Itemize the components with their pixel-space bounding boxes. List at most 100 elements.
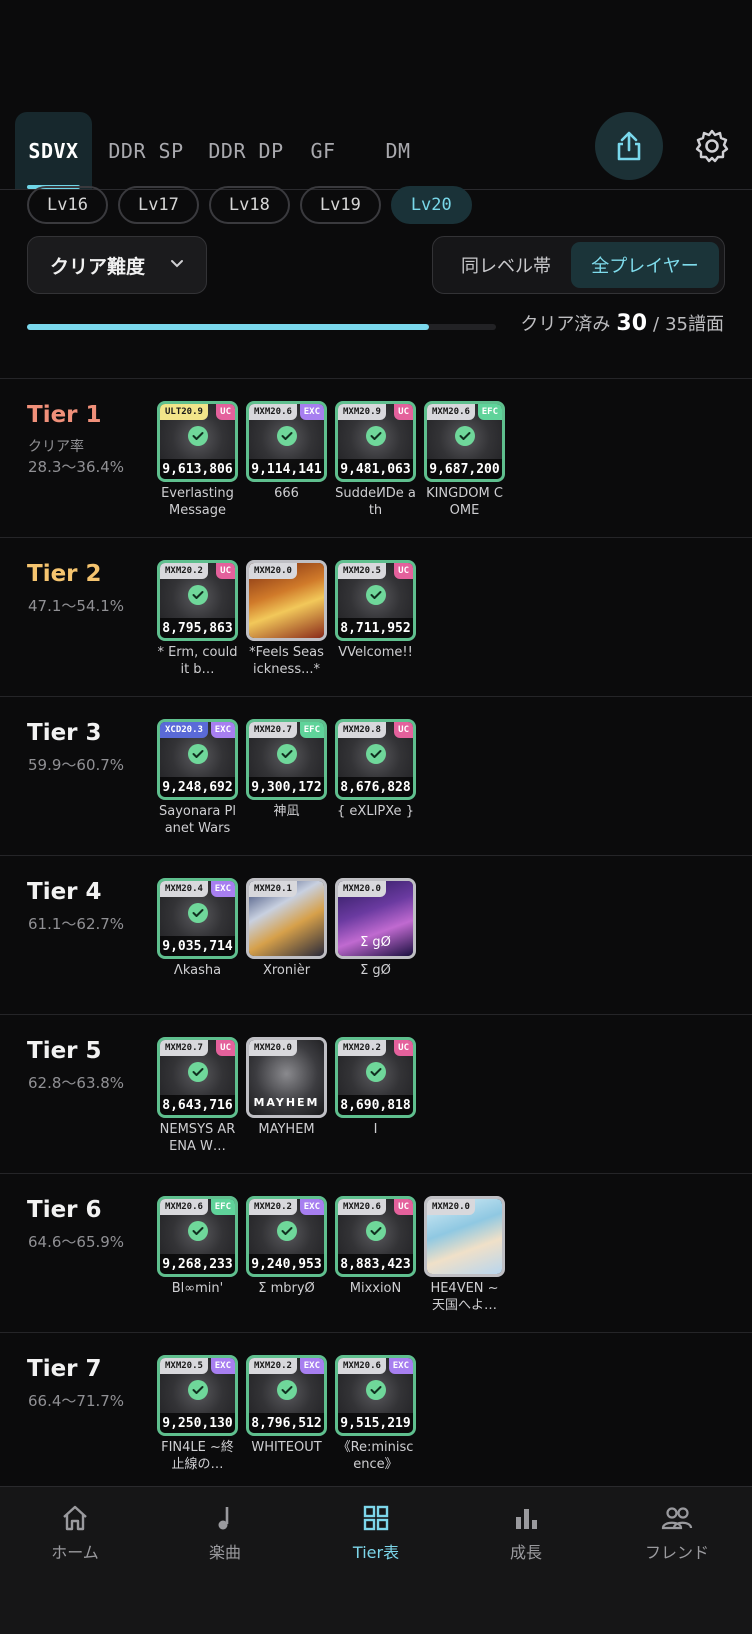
song-card[interactable]: MXM20.7 UC 8,643,716 NEMSYS ARENA W… — [157, 1037, 238, 1155]
song-jacket[interactable]: MXM20.5 UC 8,711,952 — [335, 560, 416, 641]
song-jacket[interactable]: MXM20.8 UC 8,676,828 — [335, 719, 416, 800]
song-card[interactable]: MXM20.6 UC 8,883,423 MixxioN — [335, 1196, 416, 1314]
same-level-option[interactable]: 同レベル帯 — [439, 242, 573, 288]
song-jacket[interactable]: MXM20.0 — [424, 1196, 505, 1277]
song-card[interactable]: MXM20.6 EFC 9,687,200 KINGDOM COME — [424, 401, 505, 519]
song-jacket[interactable]: MXM20.2 UC 8,795,863 — [157, 560, 238, 641]
song-jacket[interactable]: MXM20.4 EXC 9,035,714 — [157, 878, 238, 959]
settings-button[interactable] — [690, 124, 734, 168]
song-card[interactable]: MXM20.1 Xronièr — [246, 878, 327, 979]
home-icon — [63, 1505, 87, 1531]
nav-growth-label: 成長 — [509, 1543, 542, 1562]
tier-title: Tier 6 — [27, 1197, 102, 1223]
song-card[interactable]: ULT20.9 UC 9,613,806 Everlasting Message — [157, 401, 238, 519]
song-title: Σ gØ — [360, 963, 391, 978]
clear-difficulty-dropdown[interactable]: クリア難度 — [27, 236, 207, 294]
song-card[interactable]: MXM20.2 UC 8,690,818 I — [335, 1037, 416, 1155]
clear-badge: UC — [394, 563, 413, 579]
dropdown-label: クリア難度 — [50, 255, 146, 278]
song-jacket[interactable]: MXM20.7 UC 8,643,716 — [157, 1037, 238, 1118]
song-card[interactable]: MXM20.8 UC 8,676,828 { eXLIPXe } — [335, 719, 416, 837]
song-jacket[interactable]: MXM20.2 EXC 8,796,512 — [246, 1355, 327, 1436]
level-chip-18[interactable]: Lv18 — [208, 186, 290, 224]
song-card[interactable]: MXM20.6 EXC 9,114,141 666 — [246, 401, 327, 519]
song-jacket[interactable]: MXM20.6 EFC 9,268,233 — [157, 1196, 238, 1277]
song-score: 9,248,692 — [160, 777, 235, 797]
nav-tier[interactable]: Tier表 — [316, 1503, 436, 1563]
level-chip-16[interactable]: Lv16 — [27, 186, 108, 224]
tier-title: Tier 7 — [27, 1356, 102, 1382]
song-card[interactable]: MXM20.9 UC 9,481,063 SuddeИDe ath — [335, 401, 416, 519]
difficulty-label: MXM20.6 — [338, 1358, 386, 1374]
tab-ddr-sp[interactable]: DDR SP — [100, 112, 192, 189]
share-button[interactable] — [595, 112, 663, 180]
song-card[interactable]: MXM20.6 EFC 9,268,233 Bl∞min' — [157, 1196, 238, 1314]
song-card[interactable]: Σ gØ MXM20.0 Σ gØ — [335, 878, 416, 979]
song-card[interactable]: MXM20.2 EXC 9,240,953 Σ mbryØ — [246, 1196, 327, 1314]
song-card[interactable]: MXM20.2 UC 8,795,863 * Erm, could it b… — [157, 560, 238, 678]
song-card[interactable]: XCD20.3 EXC 9,248,692 Sayonara Planet Wars — [157, 719, 238, 837]
clear-progress-fill — [27, 324, 429, 330]
difficulty-label: MXM20.6 — [160, 1199, 208, 1215]
song-card[interactable]: MXM20.5 UC 8,711,952 VVelcome!! — [335, 560, 416, 678]
song-score: 8,883,423 — [338, 1254, 413, 1274]
difficulty-label: MXM20.7 — [160, 1040, 208, 1056]
tab-sdvx[interactable]: SDVX — [15, 112, 92, 189]
tab-dm[interactable]: DM — [370, 112, 426, 189]
all-players-option[interactable]: 全プレイヤー — [571, 242, 719, 288]
song-jacket[interactable]: MXM20.1 — [246, 878, 327, 959]
song-jacket[interactable]: XCD20.3 EXC 9,248,692 — [157, 719, 238, 800]
tier-title: Tier 3 — [27, 720, 102, 746]
song-jacket[interactable]: MXM20.6 EXC 9,515,219 — [335, 1355, 416, 1436]
song-card[interactable]: MXM20.5 EXC 9,250,130 FIN4LE ~終止線の… — [157, 1355, 238, 1473]
tier-row: Tier 3 59.9〜60.7% XCD20.3 EXC 9,248,692 Sayon… — [0, 697, 752, 856]
song-score: 9,035,714 — [160, 936, 235, 956]
song-score: 9,268,233 — [160, 1254, 235, 1274]
nav-tier-label: Tier表 — [352, 1543, 400, 1562]
tab-ddr-dp[interactable]: DDR DP — [200, 112, 292, 189]
level-chip-17[interactable]: Lv17 — [117, 186, 199, 224]
difficulty-label: MXM20.2 — [249, 1199, 297, 1215]
song-card[interactable]: MAYHEM MXM20.0 MAYHEM — [246, 1037, 327, 1155]
level-chip-20[interactable]: Lv20 — [390, 186, 472, 224]
song-jacket[interactable]: MXM20.6 EFC 9,687,200 — [424, 401, 505, 482]
tier-song-list: MXM20.5 EXC 9,250,130 FIN4LE ~終止線の… MXM20.2 E… — [157, 1355, 416, 1473]
song-jacket[interactable]: MXM20.7 EFC 9,300,172 — [246, 719, 327, 800]
game-tab-bar: SDVX DDR SP DDR DP GF DM — [0, 112, 752, 190]
song-card[interactable]: MXM20.4 EXC 9,035,714 Λkasha — [157, 878, 238, 979]
check-icon — [277, 1221, 297, 1241]
nav-growth[interactable]: 成長 — [466, 1503, 586, 1563]
level-chip-row: Lv16 Lv17 Lv18 Lv19 Lv20 — [27, 186, 472, 224]
nav-songs[interactable]: 楽曲 — [165, 1503, 285, 1563]
song-card[interactable]: MXM20.0 HE4VEN ~天国へよ… — [424, 1196, 505, 1314]
song-jacket[interactable]: MXM20.5 EXC 9,250,130 — [157, 1355, 238, 1436]
player-scope-toggle: 同レベル帯 全プレイヤー — [432, 236, 725, 294]
song-score: 9,515,219 — [338, 1413, 413, 1433]
nav-friends[interactable]: フレンド — [617, 1503, 737, 1563]
song-jacket[interactable]: MXM20.6 EXC 9,114,141 — [246, 401, 327, 482]
song-jacket[interactable]: MXM20.2 EXC 9,240,953 — [246, 1196, 327, 1277]
song-jacket[interactable]: MAYHEM MXM20.0 — [246, 1037, 327, 1118]
song-title: 神凪 — [273, 804, 300, 819]
song-score: 8,676,828 — [338, 777, 413, 797]
song-card[interactable]: MXM20.7 EFC 9,300,172 神凪 — [246, 719, 327, 837]
song-jacket[interactable]: Σ gØ MXM20.0 — [335, 878, 416, 959]
song-jacket[interactable]: MXM20.9 UC 9,481,063 — [335, 401, 416, 482]
check-icon — [188, 1062, 208, 1082]
song-title: * Erm, could it b… — [157, 645, 238, 677]
check-icon — [277, 1380, 297, 1400]
song-title: SuddeИDe ath — [335, 486, 416, 518]
song-jacket[interactable]: MXM20.6 UC 8,883,423 — [335, 1196, 416, 1277]
song-card[interactable]: MXM20.0 *Feels Seas ickness...* — [246, 560, 327, 678]
tab-gf[interactable]: GF — [300, 112, 346, 189]
song-jacket[interactable]: MXM20.0 — [246, 560, 327, 641]
bottom-navigation: ホーム 楽曲 Tier表 成長 フレンド — [0, 1486, 752, 1634]
level-chip-19[interactable]: Lv19 — [299, 186, 381, 224]
song-card[interactable]: MXM20.2 EXC 8,796,512 WHITEOUT — [246, 1355, 327, 1473]
difficulty-label: MXM20.1 — [249, 881, 297, 897]
song-jacket[interactable]: MXM20.2 UC 8,690,818 — [335, 1037, 416, 1118]
nav-home[interactable]: ホーム — [15, 1503, 135, 1563]
song-card[interactable]: MXM20.6 EXC 9,515,219 《Re:minisc ence》 — [335, 1355, 416, 1473]
gear-icon — [695, 129, 729, 163]
song-jacket[interactable]: ULT20.9 UC 9,613,806 — [157, 401, 238, 482]
